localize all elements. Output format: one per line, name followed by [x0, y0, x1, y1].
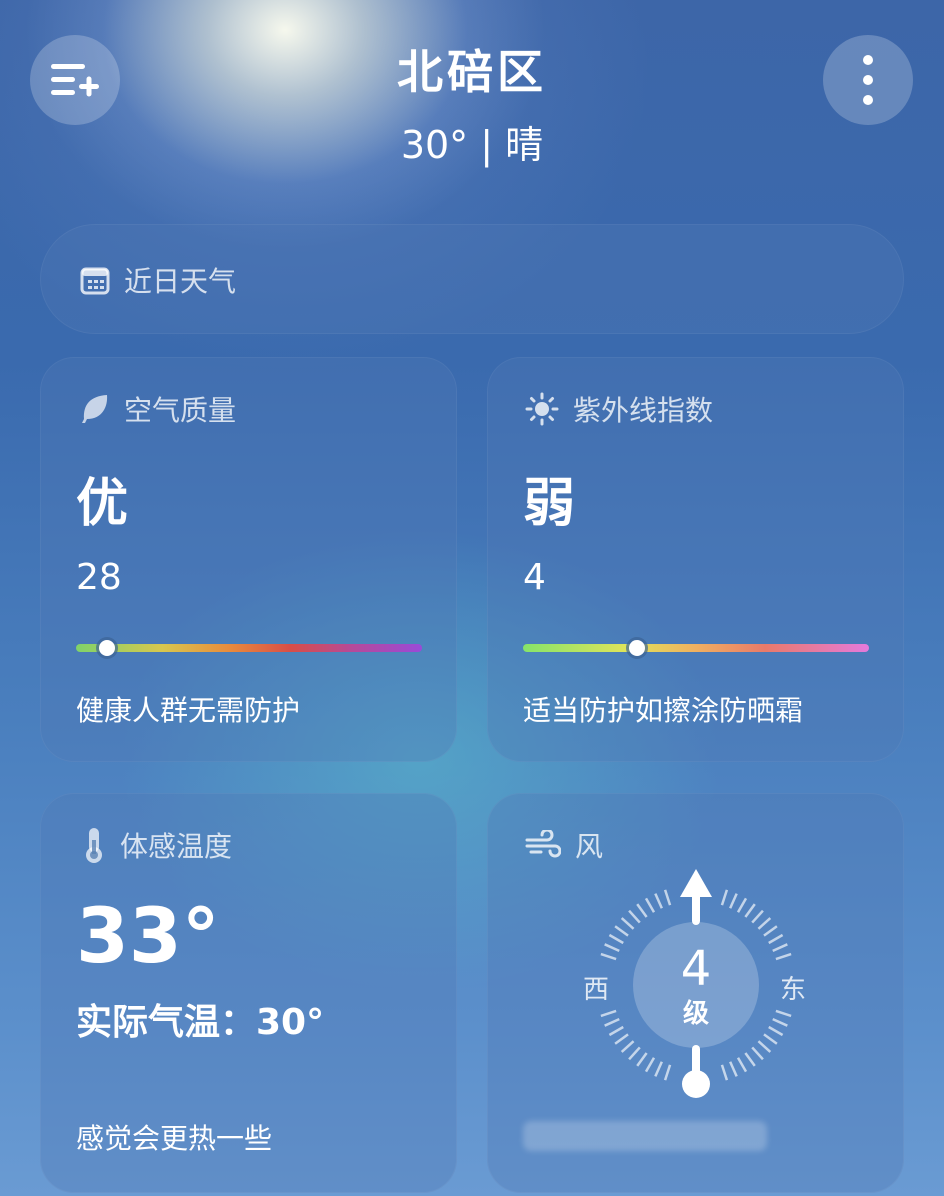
compass-tick [636, 903, 648, 918]
sun-icon [525, 392, 559, 426]
compass-tick [775, 952, 792, 961]
more-vertical-icon [863, 55, 873, 105]
compass-tick [736, 1057, 748, 1073]
wind-level-unit: 级 [682, 999, 709, 1029]
uv-index-title: 紫外线指数 [573, 394, 714, 427]
compass-tick [604, 1018, 620, 1027]
compass-tick [768, 1025, 784, 1037]
compass-tick [608, 1025, 624, 1037]
compass-tick [628, 1046, 641, 1061]
compass-tick [729, 1061, 738, 1077]
air-quality-level: 优 [76, 474, 129, 534]
compass-tick [620, 917, 635, 930]
air-quality-indicator [99, 640, 116, 656]
wind-direction-east: 东 [780, 975, 807, 1005]
recent-weather-label: 近日天气 [124, 265, 237, 298]
air-quality-card[interactable]: 空气质量 优 28 健康人群无需防护 [40, 357, 457, 762]
thermometer-icon [86, 828, 102, 863]
compass-tick [744, 903, 756, 918]
compass-tick [720, 889, 729, 906]
compass-tick [644, 897, 656, 913]
uv-index-advice: 适当防护如擦涂防晒霜 [523, 694, 804, 727]
air-quality-advice: 健康人群无需防护 [76, 694, 301, 727]
calendar-icon [80, 267, 110, 295]
compass-tick [772, 1018, 788, 1027]
feels-like-advice: 感觉会更热一些 [76, 1122, 273, 1155]
wind-level-number: 4 [680, 941, 712, 997]
compass-tick [663, 889, 672, 906]
leaf-icon [82, 395, 108, 423]
uv-index-card[interactable]: 紫外线指数 弱 4 适当防护如擦涂防晒霜 [487, 357, 904, 762]
compass-tick [604, 943, 620, 952]
feels-like-value: 33° [76, 891, 220, 980]
compass-tick [608, 933, 624, 945]
compass-tick [663, 1064, 672, 1081]
compass-tick [757, 917, 772, 930]
actual-temperature: 实际气温：30° [76, 1002, 325, 1043]
compass-tick [763, 1033, 778, 1045]
compass-tick [751, 1046, 764, 1061]
uv-index-scale [523, 644, 869, 652]
compass-tick [757, 1040, 772, 1053]
uv-index-level: 弱 [523, 474, 576, 534]
recent-weather-card[interactable]: 近日天气 [40, 224, 904, 334]
compass-tick [600, 952, 617, 961]
city-name: 北碚区 [397, 45, 547, 99]
air-quality-title: 空气质量 [124, 394, 237, 427]
air-quality-value: 28 [76, 557, 122, 598]
compass-tick [614, 925, 629, 937]
compass-tick [736, 897, 748, 913]
current-condition: 30° | 晴 [400, 123, 544, 167]
uv-index-indicator [629, 640, 646, 656]
air-quality-scale [76, 644, 422, 652]
compass-tick [720, 1064, 729, 1081]
compass-tick [654, 1061, 663, 1077]
compass-tick [620, 1040, 635, 1053]
compass-tick [644, 1057, 656, 1073]
compass-tick [636, 1052, 648, 1067]
compass-tick [751, 909, 764, 924]
compass-tick [772, 943, 788, 952]
compass-tick [614, 1033, 629, 1045]
compass-tick [744, 1052, 756, 1067]
compass-tick [654, 893, 663, 909]
compass-tick [768, 933, 784, 945]
compass-tick [600, 1009, 617, 1018]
uv-index-value: 4 [523, 557, 546, 598]
compass-tick [628, 909, 641, 924]
compass-tick [763, 925, 778, 937]
feels-like-card[interactable]: 体感温度 33° 实际气温：30° 感觉会更热一些 [40, 793, 457, 1193]
wind-card[interactable]: 风 4 级 西 东 [487, 793, 904, 1193]
feels-like-title: 体感温度 [120, 830, 233, 863]
more-options-button[interactable] [823, 35, 913, 125]
compass-tick [729, 893, 738, 909]
wind-direction-west: 西 [583, 975, 610, 1005]
compass-tick [775, 1009, 792, 1018]
wind-description-blurred [523, 1121, 767, 1151]
